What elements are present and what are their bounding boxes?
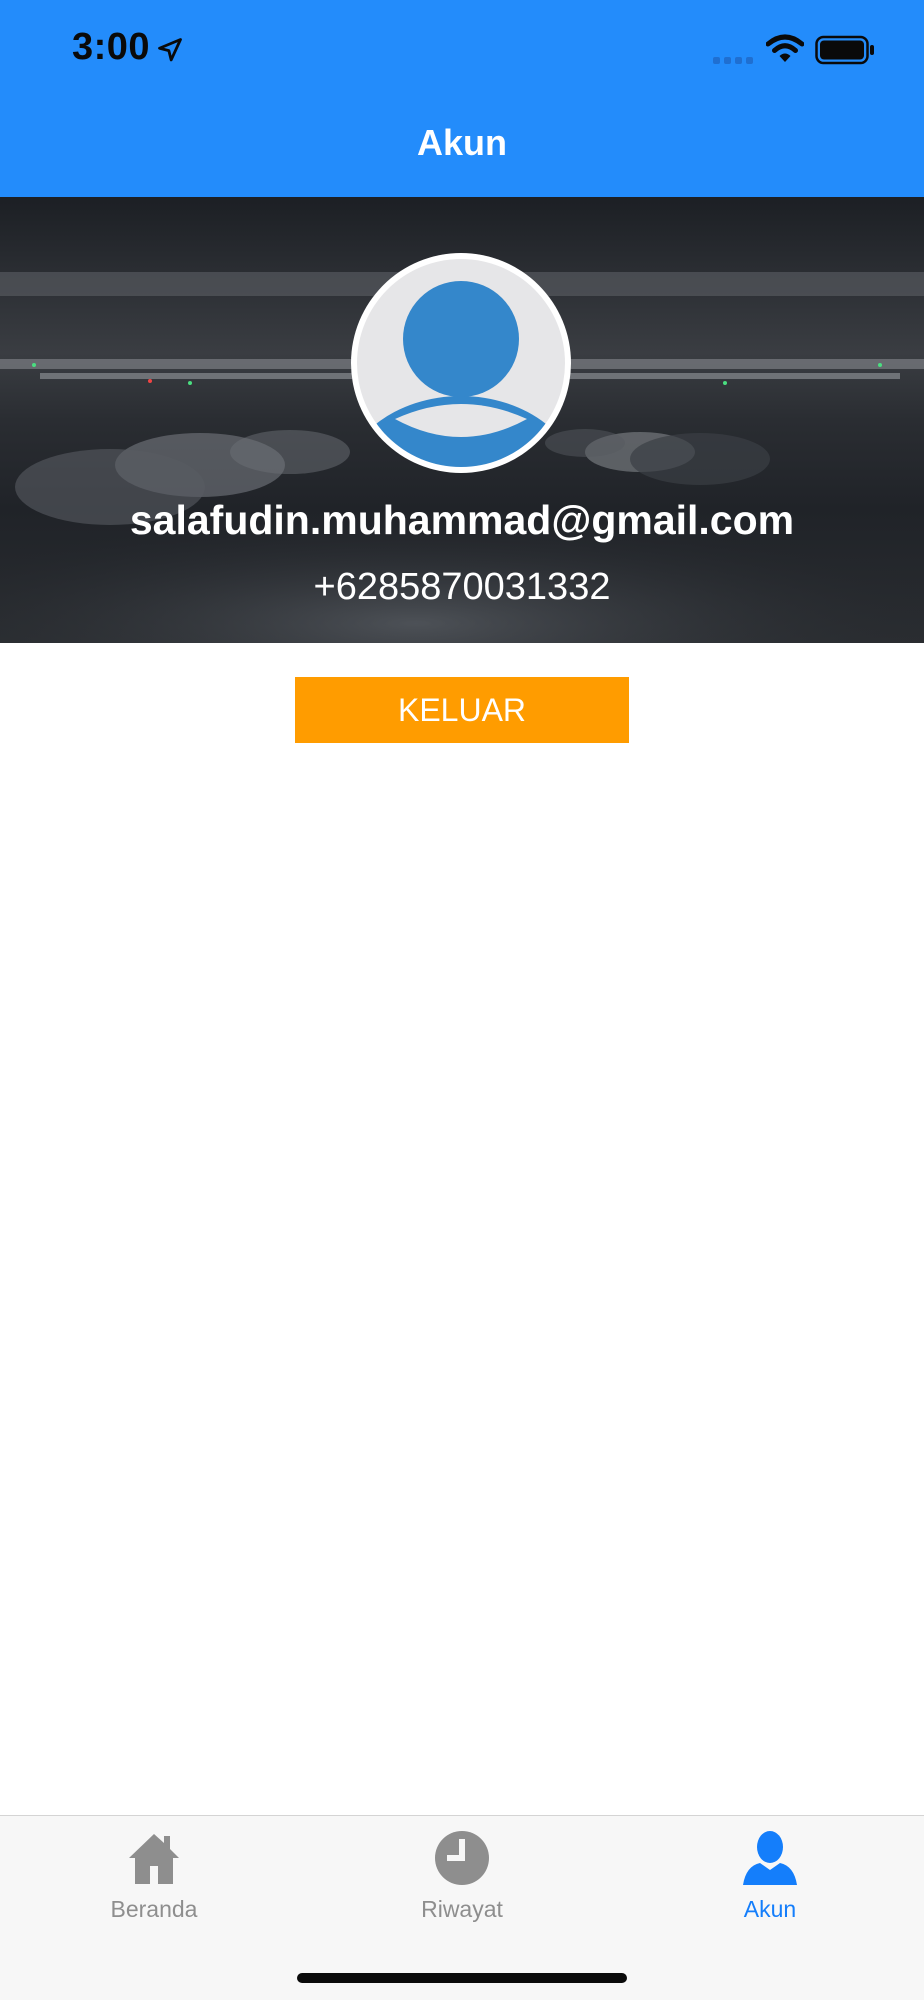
home-indicator xyxy=(297,1973,627,1983)
home-icon xyxy=(129,1834,179,1884)
location-arrow-icon xyxy=(158,38,182,62)
tab-akun[interactable]: Akun xyxy=(616,1816,924,1946)
logout-button[interactable]: KELUAR xyxy=(295,677,629,743)
avatar xyxy=(351,253,571,473)
battery-icon xyxy=(815,35,874,65)
user-icon xyxy=(743,1831,797,1885)
wifi-icon xyxy=(766,34,804,62)
tab-riwayat[interactable]: Riwayat xyxy=(308,1816,616,1946)
profile-header: salafudin.muhammad@gmail.com +6285870031… xyxy=(0,197,924,643)
user-email: salafudin.muhammad@gmail.com xyxy=(129,497,795,543)
status-time: 3:00 xyxy=(72,26,151,68)
tab-label-akun: Akun xyxy=(743,1896,797,1922)
tab-label-riwayat: Riwayat xyxy=(421,1896,503,1922)
tab-label-beranda: Beranda xyxy=(110,1896,198,1922)
user-phone: +6285870031332 xyxy=(313,566,611,608)
clock-icon xyxy=(435,1831,489,1885)
page-title: Akun xyxy=(417,122,507,163)
account-screen: 3:00 Akun salafudin.muhammad@gmail.com +… xyxy=(0,0,924,2000)
signal-icon xyxy=(713,57,753,64)
tab-beranda[interactable]: Beranda xyxy=(0,1816,308,1946)
top-bar: 3:00 Akun xyxy=(0,0,924,197)
user-avatar-icon xyxy=(357,259,565,467)
